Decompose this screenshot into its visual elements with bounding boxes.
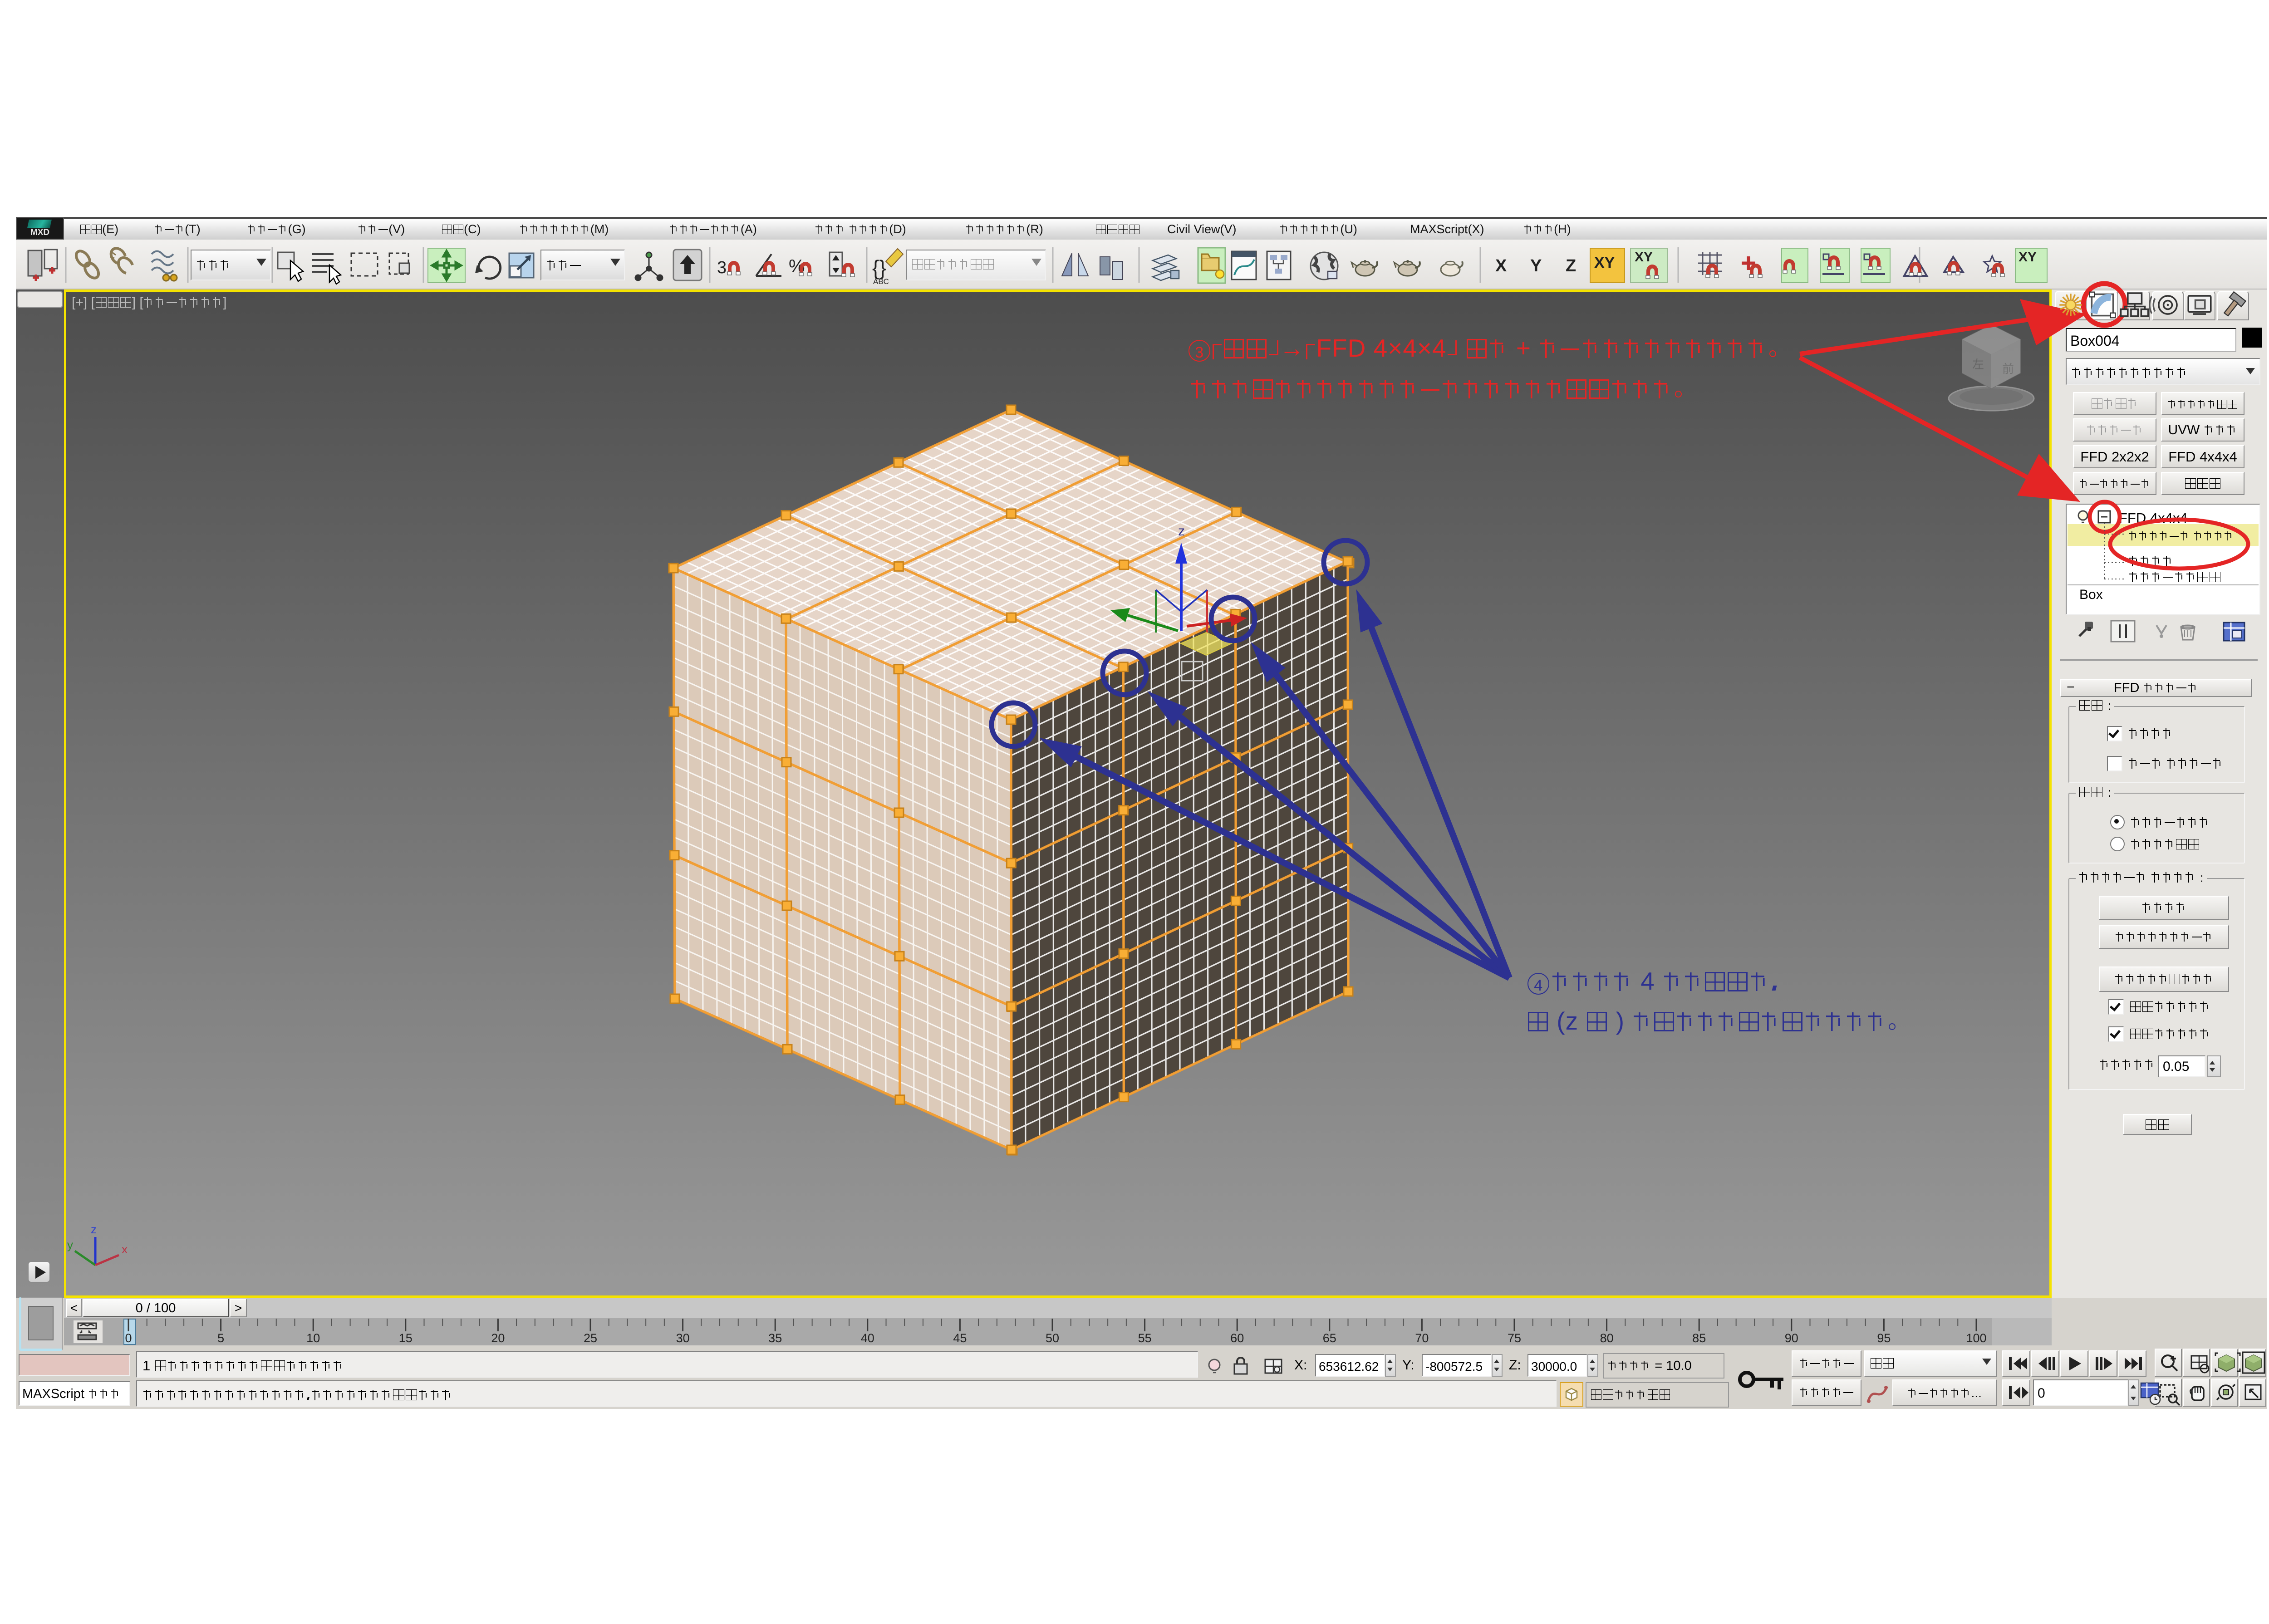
svg-text:前: 前 <box>2002 362 2014 376</box>
svg-text:{}: {} <box>872 256 886 280</box>
svg-text:z: z <box>1178 524 1185 539</box>
svg-text:100: 100 <box>1966 1331 1986 1345</box>
svg-text:85: 85 <box>1692 1331 1706 1345</box>
svg-text:60: 60 <box>1230 1331 1244 1345</box>
svg-text:y: y <box>67 1238 73 1251</box>
svg-text:15: 15 <box>399 1331 413 1345</box>
svg-text:70: 70 <box>1415 1331 1429 1345</box>
svg-text:ABC: ABC <box>873 277 889 286</box>
svg-text:5: 5 <box>217 1331 224 1345</box>
svg-text:40: 40 <box>861 1331 874 1345</box>
svg-text:45: 45 <box>953 1331 967 1345</box>
svg-text:65: 65 <box>1323 1331 1336 1345</box>
svg-text:95: 95 <box>1877 1331 1891 1345</box>
svg-text:0: 0 <box>125 1331 132 1345</box>
svg-text:35: 35 <box>768 1331 782 1345</box>
svg-text:80: 80 <box>1600 1331 1614 1345</box>
svg-text:25: 25 <box>584 1331 597 1345</box>
svg-text:90: 90 <box>1785 1331 1798 1345</box>
svg-text:z: z <box>91 1222 97 1236</box>
svg-text:x: x <box>122 1242 128 1256</box>
svg-text:左: 左 <box>1972 358 1984 371</box>
svg-text:20: 20 <box>491 1331 505 1345</box>
svg-text:75: 75 <box>1508 1331 1521 1345</box>
svg-text:10: 10 <box>306 1331 320 1345</box>
svg-text:3: 3 <box>717 258 727 277</box>
svg-text:50: 50 <box>1046 1331 1059 1345</box>
svg-text:30: 30 <box>676 1331 690 1345</box>
svg-text:55: 55 <box>1138 1331 1152 1345</box>
